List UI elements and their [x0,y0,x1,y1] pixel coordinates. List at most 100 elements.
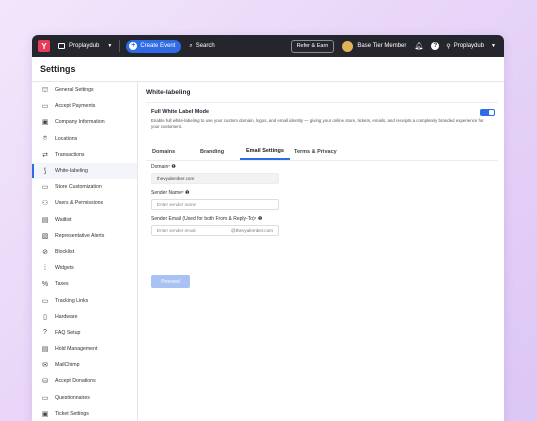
sender-name-label: Sender Name* ❶ [151,190,190,196]
user-menu[interactable]: ⚲ Proplaydub ▼ [446,43,496,50]
info-icon: ❶ [257,216,263,222]
page-title: Settings [40,64,76,74]
sidebar-item-tracking-links[interactable]: ▭ Tracking Links [32,292,137,308]
organization-name: Proplaydub [69,43,100,49]
organization-switcher[interactable]: Proplaydub ▼ [58,43,112,49]
whitelabel-icon: ⟆ [43,168,47,176]
sidebar-item-label: Blocklist [55,248,75,255]
sidebar-item-faq-setup[interactable]: ? FAQ Setup [32,325,137,341]
main-panel: White-labeling Full White Label Mode Ena… [138,82,504,421]
app-window: Y Proplaydub ▼ + Create Event ⌕ Search R… [32,35,504,421]
app-logo[interactable]: Y [38,40,50,52]
chevron-down-icon: ▼ [491,43,496,49]
full-white-label-description: Enable full white-labeling to use your c… [151,118,484,129]
sidebar-item-waitlist[interactable]: ▤ Waitlist [32,212,137,228]
user-name: Proplaydub [453,43,485,49]
help-button[interactable]: ? [431,42,440,50]
sidebar-item-label: FAQ Setup [55,329,81,336]
sidebar-item-white-labeling[interactable]: ⟆ White-labeling [32,162,137,180]
sidebar-item-label: Representative Alerts [55,232,105,239]
sidebar-item-taxes[interactable]: % Taxes [32,276,137,292]
payment-icon: ▭ [41,103,49,111]
sidebar-item-accept-payments[interactable]: ▭ Accept Payments [32,98,137,114]
sender-email-label-text: Sender Email (Used for both From & Reply… [151,216,255,222]
sender-email-placeholder: Enter sender email [157,228,196,233]
transactions-icon: ⇄ [42,151,48,159]
sidebar-item-label: Hardware [55,313,78,320]
divider [119,40,121,52]
ticket-icon: ▣ [41,410,49,418]
taxes-icon: % [41,280,49,288]
tier-coin-icon [342,40,354,52]
full-white-label-toggle[interactable] [480,109,495,116]
sidebar-item-questionnaires[interactable]: ▭ Questionnaires [32,390,137,406]
info-icon: ❶ [185,190,190,196]
sidebar-item-ticket-settings[interactable]: ▣ Ticket Settings [32,406,137,421]
sender-name-input[interactable]: Enter sender name [151,199,279,210]
settings-tabs: Domains Branding Email Settings Terms & … [146,144,498,161]
sidebar-item-widgets[interactable]: ⁞ Widgets [32,260,137,276]
sidebar-item-label: General Settings [55,87,94,94]
divider [146,102,498,103]
create-event-button[interactable]: + Create Event [126,39,182,53]
sidebar-item-label: MailChimp [55,362,80,369]
tier-label: Base Tier Member [357,43,407,49]
questionnaire-icon: ▭ [41,394,49,402]
sidebar-item-label: Waitlist [55,216,72,223]
sidebar-item-mailchimp[interactable]: ✉ MailChimp [32,357,137,373]
required-mark: * [254,216,257,221]
sidebar-item-users-permissions[interactable]: ⚇ Users & Permissions [32,195,137,211]
sidebar-item-hold-management[interactable]: ▤ Hold Management [32,341,137,357]
tab-terms-privacy[interactable]: Terms & Privacy [294,144,337,159]
bell-icon[interactable]: 🔔︎ [414,42,423,50]
sidebar-item-label: Hold Management [55,346,98,353]
proceed-button[interactable]: Proceed [151,275,190,288]
sidebar-item-label: Accept Donations [55,378,96,385]
sidebar-item-locations[interactable]: ⌾ Locations [32,131,137,147]
sidebar-item-label: Accept Payments [55,103,96,110]
domain-select[interactable]: thevyalember.com [151,173,279,184]
search-icon: ⌕ [189,42,193,49]
sidebar-item-label: Taxes [55,281,69,288]
sidebar-item-company-information[interactable]: ▣ Company Information [32,114,137,130]
domain-label: Domain* ❶ [151,164,176,170]
search-button[interactable]: ⌕ Search [189,43,214,50]
tab-email-settings[interactable]: Email Settings [240,144,290,160]
help-icon: ? [431,42,440,50]
required-mark: * [168,164,170,169]
domain-label-text: Domain [151,164,169,170]
waitlist-icon: ▤ [41,216,49,224]
store-icon: ▭ [41,184,49,192]
sender-name-label-text: Sender Name [151,190,182,196]
hardware-icon: ▯ [43,313,47,321]
background-frame: Y Proplaydub ▼ + Create Event ⌕ Search R… [0,0,537,421]
organization-icon [58,43,65,49]
sender-email-input[interactable]: Enter sender email @thevyalember.com [151,225,279,236]
info-icon: ❶ [171,164,176,170]
blocklist-icon: ⊘ [42,248,48,256]
tab-branding[interactable]: Branding [200,144,224,159]
sidebar-item-label: Company Information [55,119,105,126]
users-icon: ⚇ [41,200,49,208]
alerts-icon: ▧ [41,232,49,240]
tracking-icon: ▭ [41,297,49,305]
sender-email-domain-suffix: @thevyalember.com [231,228,273,233]
tab-domains[interactable]: Domains [152,144,175,159]
bank-icon: ⛫ [41,86,49,94]
sidebar-item-blocklist[interactable]: ⊘ Blocklist [32,244,137,260]
sidebar-item-label: Tracking Links [55,297,89,304]
sidebar-item-label: White-labeling [55,168,88,175]
sidebar-item-transactions[interactable]: ⇄ Transactions [32,147,137,163]
search-label: Search [195,43,215,49]
sidebar-item-representative-alerts[interactable]: ▧ Representative Alerts [32,228,137,244]
refer-earn-button[interactable]: Refer & Earn [290,39,335,53]
donations-icon: ⛁ [42,378,48,386]
sidebar-item-accept-donations[interactable]: ⛁ Accept Donations [32,373,137,389]
company-icon: ▣ [41,119,49,127]
plus-icon: + [129,42,138,50]
sidebar-item-hardware[interactable]: ▯ Hardware [32,309,137,325]
sidebar-item-general-settings[interactable]: ⛫ General Settings [32,82,137,98]
tier-badge[interactable]: Base Tier Member [342,40,407,52]
sidebar-item-store-customization[interactable]: ▭ Store Customization [32,179,137,195]
required-mark: * [181,190,184,195]
